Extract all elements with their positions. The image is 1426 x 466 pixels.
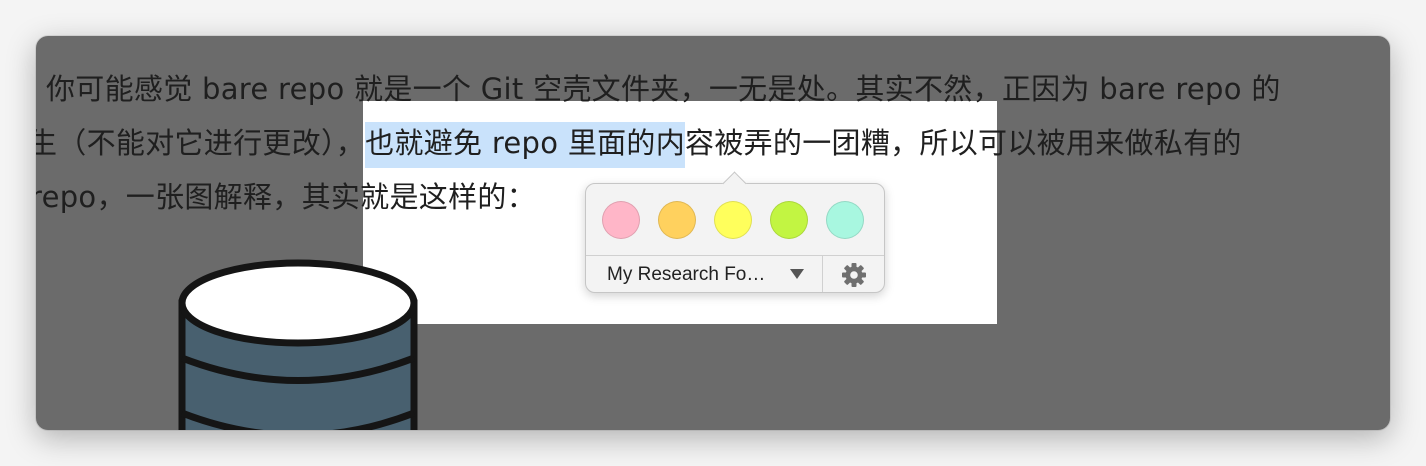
reader-window: 你可能感觉 bare repo 就是一个 Git 空壳文件夹，一无是处。其实不然… (36, 36, 1390, 430)
highlight-color-popup: My Research Fo… (585, 171, 885, 293)
text-before-selection: 生（不能对它进行更改）， (36, 126, 366, 160)
article-line-1: 你可能感觉 bare repo 就是一个 Git 空壳文件夹，一无是处。其实不然… (46, 72, 1281, 106)
database-illustration (178, 259, 418, 430)
color-swatch-pink[interactable] (602, 201, 640, 239)
article-line-3: repo，一张图解释，其实就是这样的： (36, 180, 536, 214)
text-after-selection: 容被弄的一团糟，所以可以被用来做私有的 (685, 126, 1242, 160)
folder-label: My Research Fo… (607, 264, 766, 285)
color-swatch-mint[interactable] (826, 201, 864, 239)
color-swatch-orange[interactable] (658, 201, 696, 239)
selected-text[interactable]: 也就避免 repo 里面的内 (365, 122, 686, 168)
settings-button[interactable] (823, 256, 884, 292)
database-top (178, 259, 418, 347)
color-swatch-green[interactable] (770, 201, 808, 239)
article-line-2: 生（不能对它进行更改），也就避免 repo 里面的内容被弄的一团糟，所以可以被用… (36, 120, 1242, 168)
triangle-down-icon (790, 269, 804, 279)
color-swatch-yellow[interactable] (714, 201, 752, 239)
gear-icon (842, 263, 866, 287)
folder-dropdown[interactable]: My Research Fo… (586, 256, 822, 292)
